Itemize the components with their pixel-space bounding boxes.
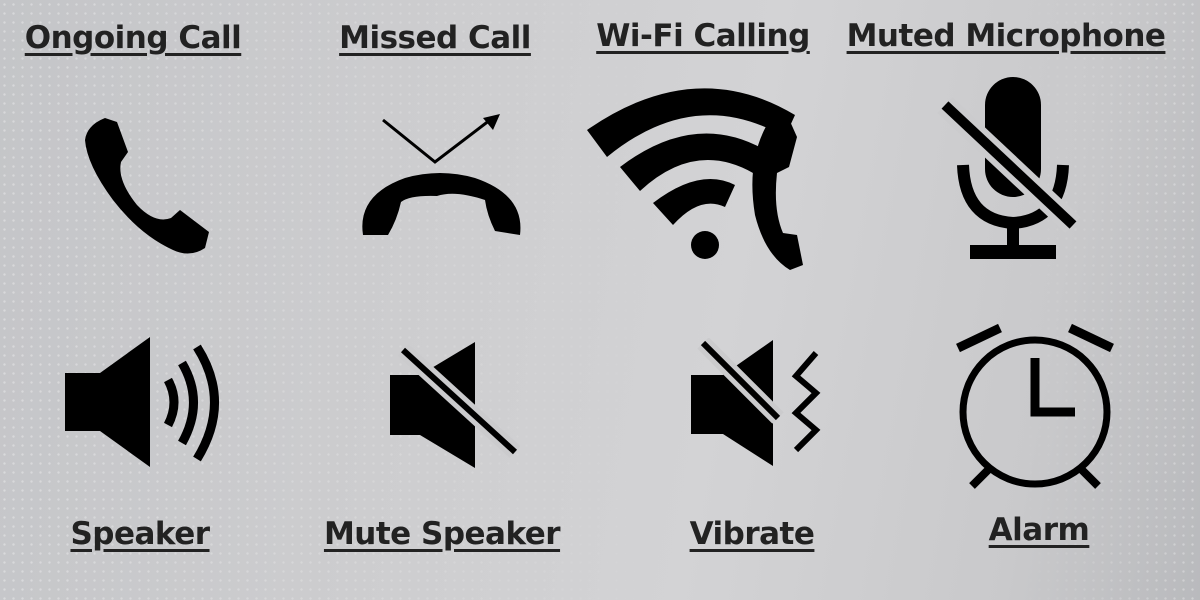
- phone-icon: [85, 118, 209, 254]
- label-mute-speaker: Mute Speaker: [323, 516, 561, 552]
- label-alarm: Alarm: [988, 512, 1090, 548]
- mute-speaker-icon: [390, 342, 520, 468]
- alarm-icon: [956, 323, 1114, 489]
- speaker-icon: [65, 337, 219, 467]
- muted-microphone-icon: [937, 77, 1081, 259]
- hangup-phone-icon: [362, 173, 521, 235]
- label-muted-microphone: Muted Microphone: [846, 18, 1166, 54]
- label-vibrate: Vibrate: [689, 516, 815, 552]
- label-ongoing-call: Ongoing Call: [24, 20, 242, 56]
- label-missed-call: Missed Call: [339, 20, 531, 56]
- missed-call-arrow-icon: [382, 114, 500, 164]
- vibrate-icon: [691, 338, 821, 466]
- label-speaker: Speaker: [70, 516, 210, 552]
- label-wifi-calling: Wi-Fi Calling: [596, 18, 810, 54]
- wifi-calling-icon: [587, 88, 803, 270]
